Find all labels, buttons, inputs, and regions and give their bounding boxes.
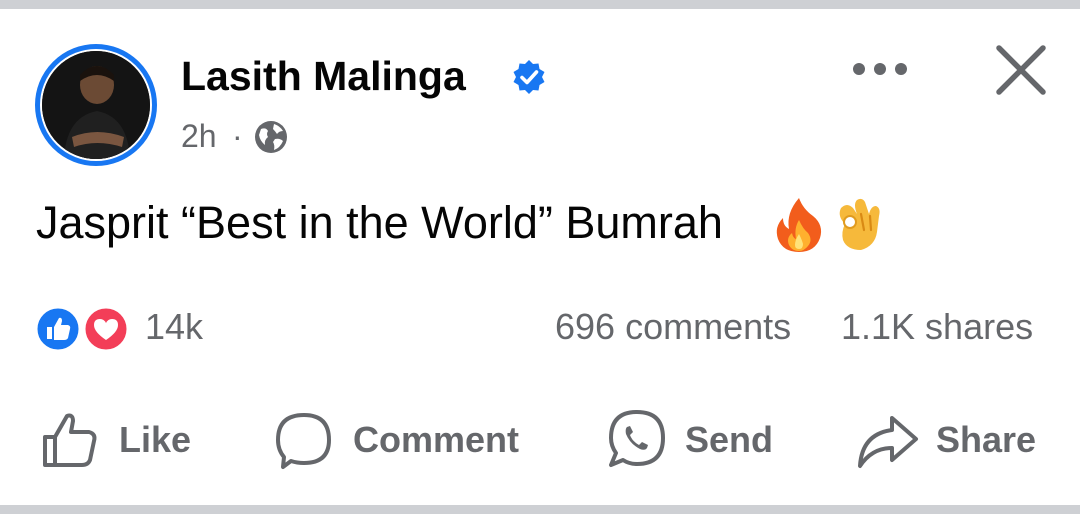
more-options-icon[interactable] <box>846 52 914 88</box>
author-name[interactable]: Lasith Malinga <box>181 52 466 100</box>
ok-hand-emoji <box>839 198 880 250</box>
reaction-count[interactable]: 14k <box>145 306 203 348</box>
close-icon[interactable] <box>992 42 1050 98</box>
share-button[interactable]: Share <box>850 400 1050 480</box>
comment-bubble-icon <box>276 413 331 469</box>
comment-label: Comment <box>353 419 520 460</box>
share-arrow-icon <box>858 416 918 468</box>
love-reaction-icon[interactable] <box>82 305 130 353</box>
comments-count[interactable]: 696 comments <box>555 306 791 348</box>
comment-button[interactable]: Comment <box>265 400 540 480</box>
avatar-photo <box>42 51 150 159</box>
send-label: Send <box>685 419 774 460</box>
share-label: Share <box>936 419 1037 460</box>
whatsapp-icon <box>609 410 665 467</box>
like-reaction-icon[interactable] <box>34 305 82 353</box>
fire-emoji <box>776 198 822 252</box>
post-timestamp[interactable]: 2h <box>181 117 217 155</box>
shares-count[interactable]: 1.1K shares <box>841 306 1033 348</box>
post-text: Jasprit “Best in the World” Bumrah <box>36 197 723 248</box>
top-divider <box>0 0 1080 9</box>
globe-icon[interactable] <box>253 119 289 155</box>
like-label: Like <box>119 419 192 460</box>
like-button[interactable]: Like <box>30 400 210 480</box>
thumbs-up-icon <box>43 413 97 467</box>
meta-separator: · <box>232 118 243 154</box>
bottom-divider <box>0 505 1080 514</box>
avatar[interactable] <box>42 51 150 159</box>
send-button[interactable]: Send <box>598 400 788 480</box>
verified-badge-icon <box>513 60 545 94</box>
